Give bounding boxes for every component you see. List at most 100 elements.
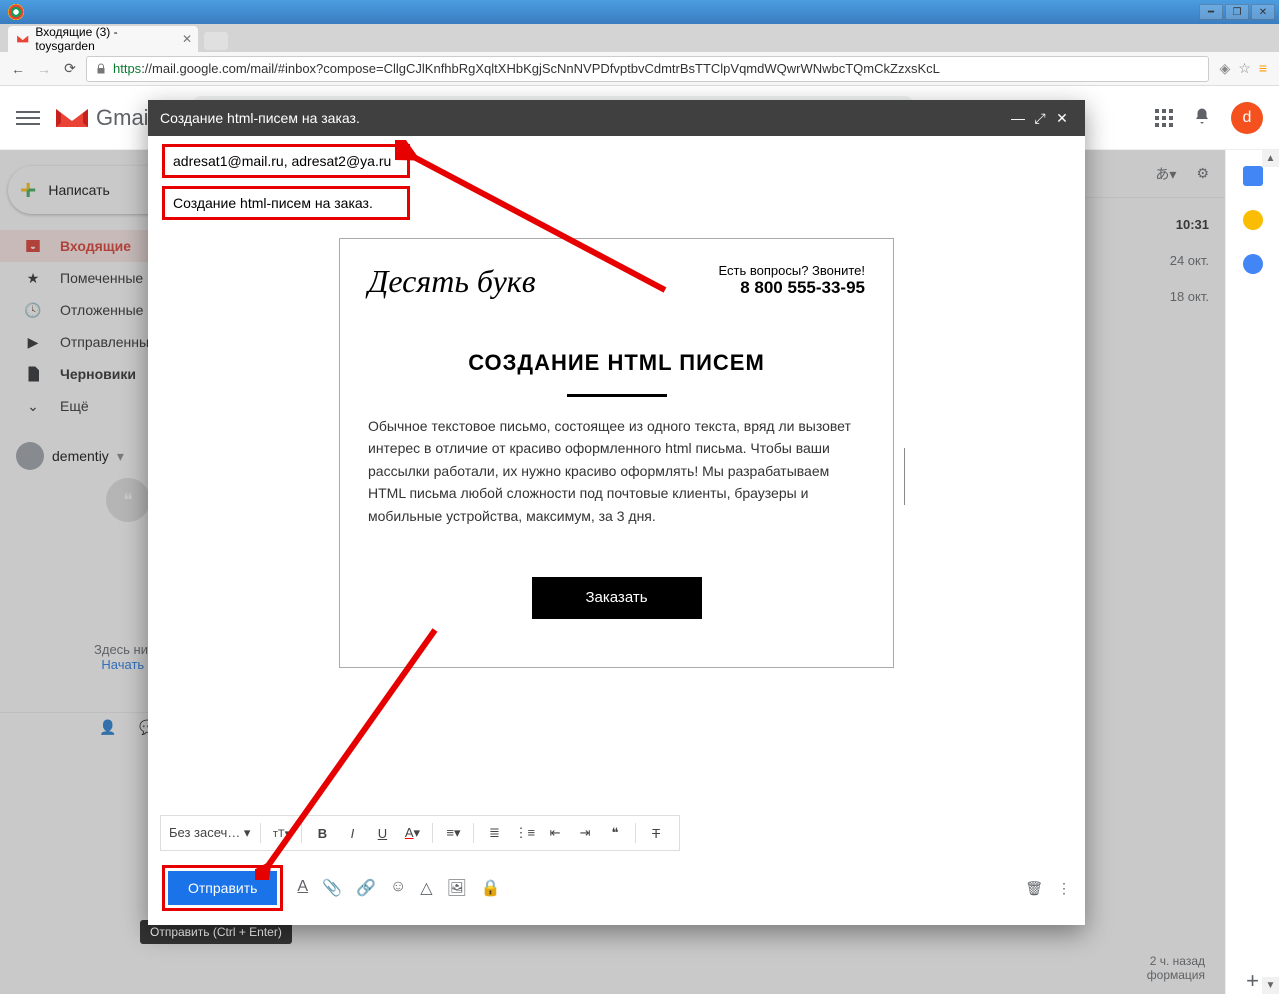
- email-body-text: Обычное текстовое письмо, состоящее из о…: [368, 415, 865, 527]
- to-field-highlight: adresat1@mail.ru, adresat2@ya.ru: [162, 144, 410, 178]
- tab-close-button[interactable]: ✕: [182, 32, 192, 46]
- format-toolbar: Без засеч… ▾ тТ▾ B I U A▾ ≡▾ ≣ ⋮≡ ⇤ ⇥ ❝ …: [160, 815, 680, 851]
- send-button[interactable]: Отправить: [168, 871, 277, 905]
- notifications-button[interactable]: [1193, 107, 1211, 128]
- email-cta-button[interactable]: Заказать: [532, 577, 702, 619]
- scrollbar-up[interactable]: ▲: [1262, 150, 1279, 167]
- lock-icon: [95, 62, 107, 76]
- email-divider: [567, 394, 667, 397]
- align-button[interactable]: ≡▾: [443, 825, 463, 841]
- gmail-logo[interactable]: Gmail: [56, 105, 153, 131]
- compose-label: Написать: [48, 182, 109, 198]
- font-family-select[interactable]: Без засеч… ▾: [169, 825, 250, 841]
- quote-button[interactable]: ❝: [605, 825, 625, 841]
- format-toggle-button[interactable]: A: [297, 878, 308, 898]
- bookmark-button[interactable]: ☆: [1238, 60, 1251, 77]
- email-question: Есть вопросы? Звоните!: [719, 263, 865, 278]
- text-color-button[interactable]: A▾: [402, 825, 422, 841]
- tab-title: Входящие (3) - toysgarden: [35, 25, 174, 53]
- draft-icon: [24, 365, 42, 383]
- reload-button[interactable]: ⟳: [60, 59, 80, 79]
- os-titlebar: ━ ❐ ✕: [0, 0, 1279, 24]
- status-text: 2 ч. назад формация: [1147, 954, 1205, 982]
- hangouts-contacts-tab[interactable]: 👤: [88, 719, 128, 736]
- insert-photo-button[interactable]: 🖼: [447, 878, 467, 898]
- indent-more-button[interactable]: ⇥: [575, 825, 595, 841]
- right-side-panel: +: [1225, 150, 1279, 994]
- discard-draft-button[interactable]: 🗑: [1025, 880, 1043, 897]
- email-preview: Десять букв Есть вопросы? Звоните! 8 800…: [339, 238, 894, 668]
- email-phone: 8 800 555-33-95: [719, 278, 865, 298]
- mail-time: 18 окт.: [1170, 278, 1209, 314]
- mail-time: 10:31: [1170, 206, 1209, 242]
- plus-icon: +: [20, 174, 36, 206]
- email-heading: СОЗДАНИЕ HTML ПИСЕМ: [368, 350, 865, 376]
- font-size-button[interactable]: тТ▾: [271, 827, 291, 840]
- user-avatar-icon: [16, 442, 44, 470]
- input-tools-button[interactable]: あ▾: [1155, 164, 1176, 184]
- chrome-logo-icon: [8, 4, 24, 20]
- new-tab-button[interactable]: [204, 32, 228, 50]
- browser-nav-bar: ← → ⟳ https://mail.google.com/mail/#inbo…: [0, 52, 1279, 86]
- subject-field-highlight: Создание html-писем на заказ.: [162, 186, 410, 220]
- gmail-favicon-icon: [16, 32, 29, 46]
- compose-title: Создание html-писем на заказ.: [160, 110, 360, 126]
- send-button-highlight: Отправить: [162, 865, 283, 911]
- gmail-logo-icon: [56, 106, 88, 130]
- remove-format-button[interactable]: T: [646, 826, 666, 841]
- confidential-button[interactable]: 🔒: [481, 878, 501, 898]
- extension-icon[interactable]: ◈: [1219, 60, 1230, 77]
- insert-link-button[interactable]: 🔗: [356, 878, 376, 898]
- browser-menu-button[interactable]: ≡: [1259, 60, 1267, 77]
- attach-button[interactable]: 📎: [322, 878, 342, 898]
- back-button[interactable]: ←: [8, 59, 28, 79]
- compose-minimize-button[interactable]: —: [1007, 107, 1029, 129]
- window-minimize-button[interactable]: ━: [1199, 4, 1223, 20]
- email-brand: Десять букв: [368, 263, 536, 300]
- mail-timestamps: 10:31 24 окт. 18 окт.: [1170, 206, 1209, 314]
- browser-tab[interactable]: Входящие (3) - toysgarden ✕: [8, 26, 198, 52]
- hangouts-icon: ❝: [106, 478, 150, 522]
- url-protocol: https: [113, 61, 141, 76]
- keep-addon-icon[interactable]: [1243, 210, 1263, 230]
- compose-body[interactable]: Десять букв Есть вопросы? Звоните! 8 800…: [148, 228, 1085, 815]
- vertical-rule: [904, 448, 905, 505]
- settings-button[interactable]: ⚙: [1196, 165, 1209, 182]
- ordered-list-button[interactable]: ≣: [484, 825, 504, 841]
- url-path: ://mail.google.com/mail/#inbox?compose=C…: [141, 61, 940, 76]
- send-icon: ▶: [24, 333, 42, 351]
- more-options-button[interactable]: ⋮: [1057, 880, 1071, 897]
- chevron-down-icon: ⌄: [24, 397, 42, 415]
- star-icon: ★: [24, 269, 42, 287]
- subject-field[interactable]: Создание html-писем на заказ.: [173, 195, 373, 211]
- compose-popout-button[interactable]: ⤢: [1029, 107, 1051, 129]
- compose-header[interactable]: Создание html-писем на заказ. — ⤢ ✕: [148, 100, 1085, 136]
- calendar-addon-icon[interactable]: [1243, 166, 1263, 186]
- clock-icon: 🕓: [24, 301, 42, 319]
- scrollbar-down[interactable]: ▼: [1262, 977, 1279, 994]
- to-field[interactable]: adresat1@mail.ru, adresat2@ya.ru: [173, 153, 391, 169]
- bold-button[interactable]: B: [312, 826, 332, 841]
- unordered-list-button[interactable]: ⋮≡: [514, 825, 535, 841]
- address-bar[interactable]: https://mail.google.com/mail/#inbox?comp…: [86, 56, 1209, 82]
- forward-button[interactable]: →: [34, 59, 54, 79]
- compose-send-row: Отправить A 📎 🔗 ☺ △ 🖼 🔒 🗑 ⋮: [148, 857, 1085, 925]
- gmail-brand-text: Gmail: [96, 105, 153, 131]
- browser-tab-strip: Входящие (3) - toysgarden ✕: [0, 24, 1279, 52]
- emoji-button[interactable]: ☺: [390, 878, 406, 898]
- window-close-button[interactable]: ✕: [1251, 4, 1275, 20]
- italic-button[interactable]: I: [342, 826, 362, 841]
- google-apps-button[interactable]: [1155, 109, 1173, 127]
- inbox-icon: [24, 237, 42, 255]
- underline-button[interactable]: U: [372, 826, 392, 841]
- tasks-addon-icon[interactable]: [1243, 254, 1263, 274]
- compose-close-button[interactable]: ✕: [1051, 107, 1073, 129]
- add-addon-button[interactable]: +: [1246, 968, 1259, 994]
- compose-window: Создание html-писем на заказ. — ⤢ ✕ adre…: [148, 100, 1085, 925]
- indent-less-button[interactable]: ⇤: [545, 825, 565, 841]
- drive-button[interactable]: △: [420, 878, 432, 898]
- main-menu-button[interactable]: [16, 107, 40, 129]
- window-maximize-button[interactable]: ❐: [1225, 4, 1249, 20]
- account-avatar[interactable]: d: [1231, 102, 1263, 134]
- dropdown-icon: ▾: [117, 448, 124, 465]
